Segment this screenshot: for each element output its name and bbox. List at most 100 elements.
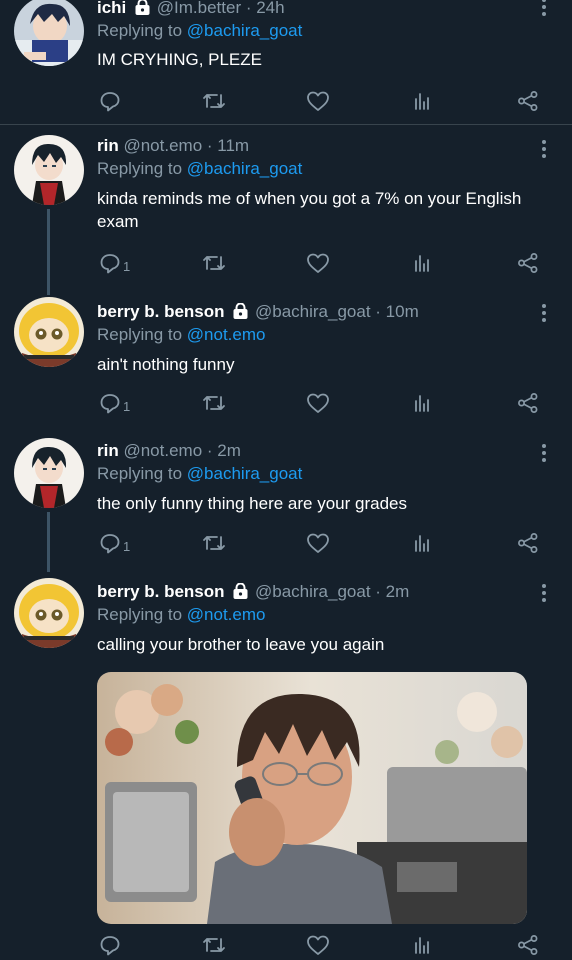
tweet-header: rin @not.emo · 11m	[97, 135, 548, 157]
handle[interactable]: @bachira_goat	[255, 582, 371, 601]
reply-button[interactable]	[99, 932, 123, 958]
more-options-icon[interactable]	[542, 584, 546, 605]
avatar-yellow-hood-bee-icon	[14, 297, 84, 367]
analytics-button[interactable]	[413, 250, 431, 276]
avatar[interactable]	[14, 578, 84, 648]
mention-link[interactable]: @not.emo	[187, 605, 266, 624]
action-bar: 1	[97, 530, 547, 556]
like-button[interactable]	[306, 932, 330, 958]
reply-count: 1	[123, 538, 131, 554]
tweet-header: rin @not.emo · 2m	[97, 440, 548, 462]
avatar-dark-hair-red-outfit-icon	[14, 438, 84, 508]
like-button[interactable]	[306, 250, 330, 276]
analytics-button[interactable]	[413, 530, 431, 556]
avatar-dark-hair-red-outfit-icon	[14, 135, 84, 205]
thread-line	[47, 283, 50, 295]
heart-icon	[307, 935, 329, 955]
analytics-icon	[415, 937, 429, 954]
display-name[interactable]: rin	[97, 136, 119, 155]
handle[interactable]: @Im.better	[157, 0, 241, 17]
replying-to-label: Replying to	[97, 605, 183, 624]
avatar[interactable]	[14, 135, 84, 205]
tweet-1[interactable]: ichi @Im.better · 24h Replying to @bachi…	[0, 0, 572, 124]
display-name[interactable]: berry b. benson	[97, 302, 225, 321]
timestamp[interactable]: · 2m	[375, 582, 409, 601]
share-icon	[518, 393, 538, 413]
retweet-icon	[203, 94, 225, 108]
mention-link[interactable]: @bachira_goat	[187, 464, 303, 483]
retweet-button[interactable]	[202, 390, 226, 416]
reply-icon	[100, 394, 120, 414]
share-icon	[518, 935, 538, 955]
retweet-button[interactable]	[202, 530, 226, 556]
retweet-button[interactable]	[202, 250, 226, 276]
tweet-header: ichi @Im.better · 24h	[97, 0, 548, 19]
analytics-icon	[415, 93, 429, 110]
share-button[interactable]	[517, 88, 539, 114]
analytics-icon	[415, 395, 429, 412]
replying-to: Replying to @not.emo	[97, 324, 548, 346]
replying-to-label: Replying to	[97, 464, 183, 483]
mention-link[interactable]: @bachira_goat	[187, 159, 303, 178]
more-options-icon[interactable]	[542, 304, 546, 325]
tweet-2[interactable]: rin @not.emo · 11m Replying to @bachira_…	[0, 125, 572, 293]
photo-boy-on-phone-icon	[97, 672, 527, 924]
handle[interactable]: @bachira_goat	[255, 302, 371, 321]
share-button[interactable]	[517, 390, 539, 416]
replying-to-label: Replying to	[97, 21, 183, 40]
tweet-text: the only funny thing here are your grade…	[97, 494, 407, 513]
analytics-button[interactable]	[413, 88, 431, 114]
analytics-button[interactable]	[413, 390, 431, 416]
avatar-yellow-hood-bee-icon	[14, 578, 84, 648]
tweet-header: berry b. benson @bachira_goat · 2m	[97, 581, 548, 603]
share-button[interactable]	[517, 932, 539, 958]
timestamp[interactable]: · 10m	[375, 302, 418, 321]
retweet-button[interactable]	[202, 932, 226, 958]
avatar[interactable]	[14, 438, 84, 508]
reply-button[interactable]: 1	[99, 530, 130, 556]
replying-to: Replying to @bachira_goat	[97, 158, 548, 180]
timestamp[interactable]: · 2m	[207, 441, 241, 460]
handle[interactable]: @not.emo	[123, 136, 202, 155]
replying-to-label: Replying to	[97, 325, 183, 344]
replying-to-label: Replying to	[97, 159, 183, 178]
more-options-icon[interactable]	[542, 140, 546, 161]
reply-button[interactable]: 1	[99, 390, 130, 416]
retweet-icon	[203, 256, 225, 270]
display-name[interactable]: berry b. benson	[97, 582, 225, 601]
lock-icon	[233, 303, 248, 319]
tweet-3[interactable]: berry b. benson @bachira_goat · 10m Repl…	[0, 283, 572, 423]
more-options-icon[interactable]	[542, 444, 546, 465]
reply-icon	[100, 254, 120, 274]
tweet-media-image[interactable]	[97, 672, 527, 924]
tweet-text: ain't nothing funny	[97, 355, 235, 374]
more-options-icon[interactable]	[542, 0, 546, 19]
like-button[interactable]	[306, 390, 330, 416]
avatar[interactable]	[14, 297, 84, 367]
timestamp[interactable]: · 11m	[207, 136, 249, 155]
like-button[interactable]	[306, 88, 330, 114]
display-name[interactable]: ichi	[97, 0, 126, 17]
analytics-icon	[415, 535, 429, 552]
share-button[interactable]	[517, 530, 539, 556]
reply-button[interactable]: 1	[99, 250, 130, 276]
analytics-button[interactable]	[413, 932, 431, 958]
timestamp[interactable]: · 24h	[246, 0, 285, 17]
heart-icon	[307, 533, 329, 553]
tweet-4[interactable]: rin @not.emo · 2m Replying to @bachira_g…	[0, 423, 572, 572]
tweet-text: kinda reminds me of when you got a 7% on…	[97, 189, 522, 231]
retweet-button[interactable]	[202, 88, 226, 114]
like-button[interactable]	[306, 530, 330, 556]
retweet-icon	[203, 536, 225, 550]
handle[interactable]: @not.emo	[123, 441, 202, 460]
action-bar: 1	[97, 390, 547, 416]
reply-icon	[100, 534, 120, 554]
display-name[interactable]: rin	[97, 441, 119, 460]
mention-link[interactable]: @bachira_goat	[187, 21, 303, 40]
reply-button[interactable]	[99, 88, 123, 114]
mention-link[interactable]: @not.emo	[187, 325, 266, 344]
action-bar: 1	[97, 250, 547, 276]
analytics-icon	[415, 255, 429, 272]
share-button[interactable]	[517, 250, 539, 276]
avatar[interactable]	[14, 0, 84, 66]
